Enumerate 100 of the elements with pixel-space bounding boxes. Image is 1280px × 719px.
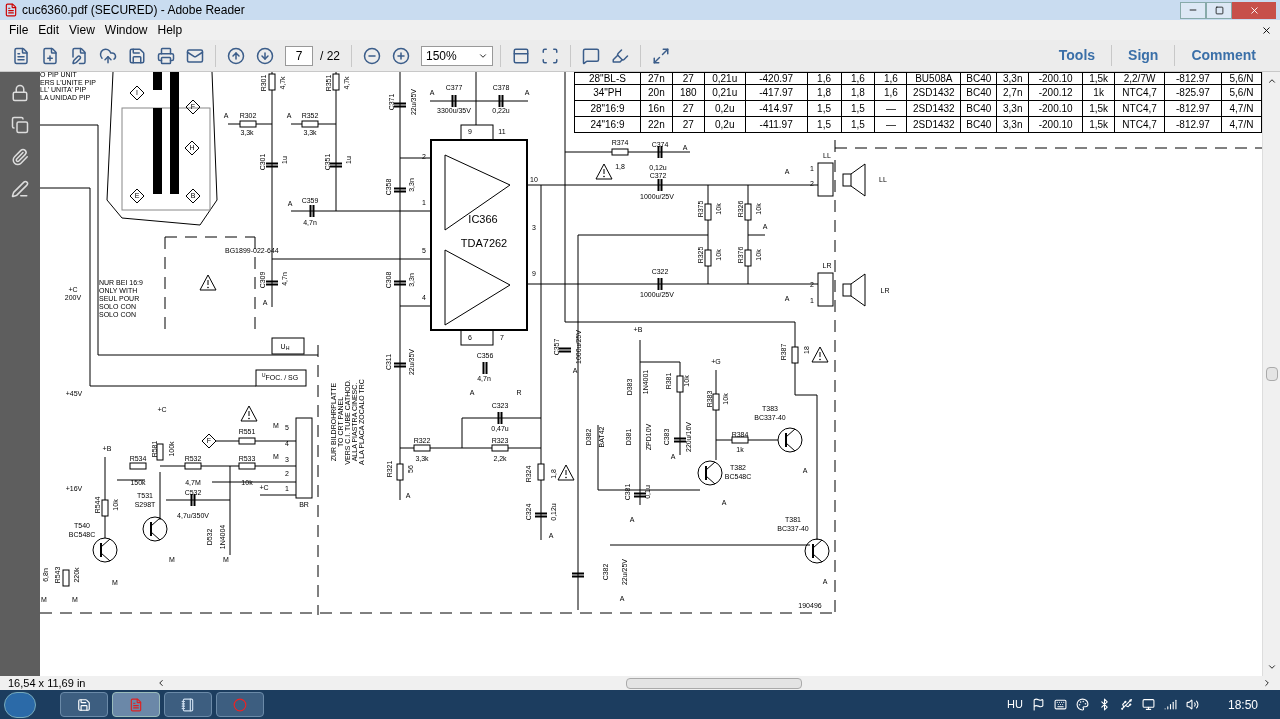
table-cell: 34"PH: [574, 84, 641, 101]
resistor-symbol: [239, 120, 257, 128]
table-cell: 5,6/N: [1221, 72, 1262, 85]
table-cell: -411.97: [745, 116, 808, 133]
clock[interactable]: 18:50: [1227, 695, 1258, 714]
table-cell: 0,21u: [704, 84, 746, 101]
transistor-symbol: [804, 538, 830, 564]
capacitor-symbol: [498, 94, 504, 108]
pane-link[interactable]: Comment: [1174, 45, 1272, 66]
taskbar-app-button[interactable]: [112, 692, 160, 717]
resistor-symbol: [791, 346, 799, 364]
table-cell: 20n: [640, 84, 673, 101]
page-size-label: 16,54 x 11,69 in: [8, 675, 87, 691]
scroll-right-icon: [1262, 678, 1272, 688]
menu-item[interactable]: File: [4, 21, 34, 39]
table-cell: 0,2u: [704, 116, 746, 133]
speaker-symbol: [842, 273, 866, 307]
scroll-left-icon: [156, 678, 166, 688]
horizontal-scrollbar-thumb[interactable]: [626, 677, 802, 689]
table-cell: -414.97: [745, 100, 808, 117]
table-cell: 4,7/N: [1221, 100, 1262, 117]
table-cell: —: [874, 100, 907, 117]
restore-button[interactable]: [1206, 1, 1232, 19]
resistor-symbol: [744, 203, 752, 221]
start-button[interactable]: [4, 691, 36, 718]
usb-icon: [1119, 698, 1133, 711]
page-number-field[interactable]: 7: [285, 45, 313, 66]
taskbar-app-button[interactable]: [60, 692, 108, 717]
table-cell: 180: [672, 84, 705, 101]
transistor-symbol: [777, 427, 803, 453]
table-cell: 28"BL-S: [574, 72, 641, 85]
close-button[interactable]: [1232, 1, 1276, 19]
paperclip-icon[interactable]: [11, 148, 29, 166]
close-icon: [1248, 4, 1260, 16]
table-cell: -200.12: [1028, 84, 1083, 101]
table-cell: 0,21u: [704, 72, 746, 85]
resistor-symbol: [712, 393, 720, 411]
table-cell: 28"16:9: [574, 100, 641, 117]
table-cell: 27n: [640, 72, 673, 85]
resistor-symbol: [491, 444, 509, 452]
table-cell: BC40: [960, 72, 997, 85]
pdf-file-icon: [4, 3, 18, 17]
connector-diamond: [184, 140, 200, 156]
minimize-button[interactable]: [1180, 1, 1206, 19]
capacitor-symbol: [309, 204, 315, 218]
table-cell: -825.97: [1164, 84, 1222, 101]
resistor-symbol: [129, 462, 147, 470]
resistor-symbol: [413, 444, 431, 452]
table-cell: BC40: [960, 100, 997, 117]
resistor-symbol: [101, 499, 109, 517]
resistor-symbol: [238, 437, 256, 445]
warning-icon: [811, 346, 829, 363]
resistor-symbol: [301, 120, 319, 128]
component-box: [255, 369, 307, 387]
menu-item[interactable]: Window: [99, 21, 153, 39]
connector-block: [817, 272, 834, 307]
menu-item[interactable]: Help: [152, 21, 188, 39]
flag-icon: [1031, 698, 1045, 711]
capacitor-symbol: [558, 347, 572, 353]
zoom-dropdown[interactable]: 150%: [421, 45, 493, 66]
table-cell: BU508A: [906, 72, 961, 85]
pages-icon[interactable]: [11, 116, 29, 134]
menu-item[interactable]: View: [64, 21, 100, 39]
pdf-document-icon: [129, 697, 143, 712]
table-cell: BC40: [960, 84, 997, 101]
capacitor-symbol: [571, 572, 585, 578]
table-cell: -200.10: [1028, 116, 1083, 133]
menu-item[interactable]: Edit: [33, 21, 65, 39]
lock-icon[interactable]: [11, 84, 29, 102]
signature-icon[interactable]: [11, 180, 29, 198]
capacitor-symbol: [633, 492, 647, 498]
scroll-up-icon: [1266, 76, 1277, 86]
notebook-icon: [181, 697, 195, 712]
transistor-symbol: [92, 537, 118, 563]
resistor-symbol: [537, 463, 545, 481]
pane-link[interactable]: Tools: [1042, 45, 1112, 66]
warning-icon: [595, 163, 613, 180]
table-cell: 1,6: [874, 84, 907, 101]
scrollbar-thumb[interactable]: [1265, 367, 1278, 381]
table-cell: 24"16:9: [574, 116, 641, 133]
vertical-scrollbar[interactable]: [1262, 72, 1280, 676]
connector-diamond: [201, 433, 217, 449]
pane-link[interactable]: Sign: [1111, 45, 1175, 66]
table-cell: 2SD1432: [906, 100, 961, 117]
taskbar-app-button[interactable]: [164, 692, 212, 717]
table-cell: 2,7n: [996, 84, 1029, 101]
monitor-icon: [1141, 698, 1155, 711]
capacitor-symbol: [657, 178, 663, 192]
table-cell: 1,8: [841, 84, 875, 101]
warning-icon: [199, 274, 217, 291]
capacitor-symbol: [482, 361, 488, 375]
connector-block: [817, 162, 834, 197]
table-cell: -417.97: [745, 84, 808, 101]
table-cell: 27: [672, 100, 705, 117]
table-cell: -200.10: [1028, 100, 1083, 117]
connector-diamond: [129, 188, 145, 204]
table-cell: 1,5k: [1082, 116, 1115, 133]
language-indicator[interactable]: HU: [1007, 696, 1023, 713]
table-cell: BC40: [960, 116, 997, 133]
table-cell: 2SD1432: [906, 84, 961, 101]
